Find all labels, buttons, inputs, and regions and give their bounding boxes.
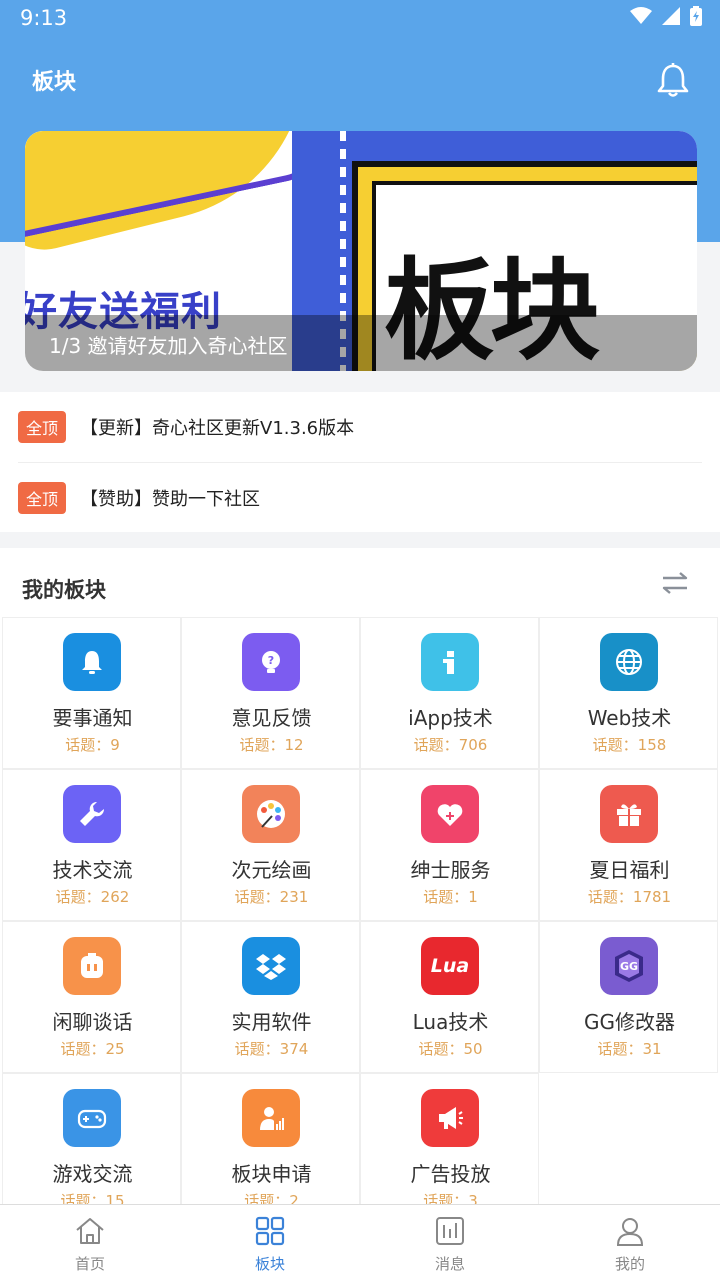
board-item[interactable]: 技术交流话题：262: [2, 769, 181, 921]
board-name: Web技术: [587, 706, 672, 730]
board-name: 实用软件: [231, 1010, 312, 1034]
bottom-tab-bar: 首页 板块 消息 我的: [0, 1204, 720, 1280]
pinned-badge: 全顶: [18, 481, 67, 514]
megaphone-icon: [421, 1089, 479, 1147]
home-icon: [76, 1218, 104, 1244]
board-item[interactable]: 游戏交流 话题：15: [2, 1073, 181, 1225]
board-name: 次元绘画: [231, 858, 312, 882]
section-title: 我的板块: [22, 578, 106, 602]
board-name: 游戏交流: [52, 1162, 133, 1186]
board-name: 广告投放: [410, 1162, 491, 1186]
board-item[interactable]: 实用软件话题：374: [181, 921, 360, 1073]
palette-icon: [242, 785, 300, 843]
chat-bot-icon: [63, 937, 121, 995]
pinned-badge: 全顶: [18, 411, 67, 443]
tab-boards[interactable]: 板块: [180, 1205, 360, 1280]
lua-logo-icon: Lua: [421, 937, 479, 995]
topic-count: 话题：231: [234, 888, 309, 906]
board-item[interactable]: Web技术话题：158: [539, 617, 718, 769]
board-name: 绅士服务: [410, 858, 491, 882]
tab-home[interactable]: 首页: [0, 1205, 180, 1280]
notice-item[interactable]: 全顶 【更新】奇心社区更新V1.3.6版本: [18, 392, 702, 462]
banner-caption: 1/3 邀请好友加入奇心社区: [49, 334, 288, 358]
person-chart-icon: [242, 1089, 300, 1147]
notice-title: 【赞助】赞助一下社区: [80, 488, 261, 510]
board-item[interactable]: iApp技术话题：706: [360, 617, 539, 769]
board-name: 要事通知: [52, 706, 133, 730]
tab-profile[interactable]: 我的: [540, 1205, 720, 1280]
globe-icon: [600, 633, 658, 691]
pinned-notices: 全顶 【更新】奇心社区更新V1.3.6版本 全顶 【赞助】赞助一下社区: [0, 392, 720, 532]
board-name: 意见反馈: [231, 706, 312, 730]
info-i-icon: [421, 633, 479, 691]
status-time: 9:13: [20, 6, 68, 30]
my-boards-section: 我的板块 要事通知 话题：9? 意见反馈 话题：12 iApp技术 话题：706 Web技术…: [0, 548, 720, 1225]
gg-logo-icon: GG: [600, 937, 658, 995]
svg-text:GG: GG: [620, 960, 638, 973]
page-title: 板块: [32, 70, 77, 95]
board-item[interactable]: ? 意见反馈话题：12: [181, 617, 360, 769]
signal-icon: [662, 7, 680, 25]
topic-count: 话题：374: [234, 1040, 309, 1058]
tab-label: 板块: [254, 1255, 285, 1273]
lightbulb-icon: ?: [242, 633, 300, 691]
svg-text:?: ?: [268, 654, 274, 667]
topic-count: 话题：706: [413, 736, 488, 754]
topic-count: 话题：9: [65, 736, 120, 754]
topic-count: 话题：262: [55, 888, 130, 906]
status-icons: [630, 6, 702, 26]
board-name: 夏日福利: [589, 858, 670, 882]
board-item[interactable]: Lua Lua技术话题：50: [360, 921, 539, 1073]
board-item[interactable]: 板块申请 话题：2: [181, 1073, 360, 1225]
tab-label: 我的: [614, 1255, 645, 1273]
status-bar: 9:13: [0, 0, 720, 38]
bell-icon: [63, 633, 121, 691]
board-item[interactable]: 夏日福利话题：1781: [539, 769, 718, 921]
notice-title: 【更新】奇心社区更新V1.3.6版本: [80, 418, 355, 439]
battery-icon: [690, 6, 702, 26]
board-item[interactable]: GG GG修改器话题：31: [539, 921, 718, 1073]
gamepad-icon: [63, 1089, 121, 1147]
banner-carousel[interactable]: 好友送福利 板块 1/3 邀请好友加入奇心社区: [25, 131, 697, 371]
message-icon: [436, 1217, 464, 1245]
dropbox-icon: [242, 937, 300, 995]
topic-count: 话题：12: [239, 736, 304, 754]
board-item[interactable]: 绅士服务话题：1: [360, 769, 539, 921]
board-name: iApp技术: [408, 706, 493, 730]
tab-label: 首页: [74, 1255, 105, 1273]
board-name: 闲聊谈话: [52, 1010, 133, 1034]
swap-icon[interactable]: [660, 568, 690, 598]
heart-plus-icon: [421, 785, 479, 843]
board-item[interactable]: 次元绘画话题：231: [181, 769, 360, 921]
app-header: 板块: [0, 48, 720, 108]
gift-icon: [600, 785, 658, 843]
board-name: GG修改器: [584, 1010, 675, 1034]
grid-icon: [255, 1216, 285, 1246]
board-name: Lua技术: [412, 1010, 489, 1034]
notification-bell-icon[interactable]: [656, 62, 690, 98]
topic-count: 话题：158: [592, 736, 667, 754]
board-item[interactable]: 要事通知话题：9: [2, 617, 181, 769]
topic-count: 话题：1781: [587, 888, 672, 906]
tab-messages[interactable]: 消息: [360, 1205, 540, 1280]
wifi-icon: [630, 7, 652, 24]
wrench-icon: [63, 785, 121, 843]
board-item[interactable]: 广告投放 话题：3: [360, 1073, 539, 1225]
topic-count: 话题：31: [597, 1040, 662, 1058]
board-name: 板块申请: [231, 1162, 312, 1186]
topic-count: 话题：25: [60, 1040, 125, 1058]
notice-item[interactable]: 全顶 【赞助】赞助一下社区: [18, 462, 702, 532]
user-icon: [616, 1218, 644, 1246]
topic-count: 话题：50: [418, 1040, 483, 1058]
board-name: 技术交流: [52, 858, 133, 882]
board-item[interactable]: 闲聊谈话话题：25: [2, 921, 181, 1073]
tab-label: 消息: [434, 1255, 465, 1273]
topic-count: 话题：1: [423, 888, 478, 906]
svg-text:Lua: Lua: [431, 955, 469, 977]
